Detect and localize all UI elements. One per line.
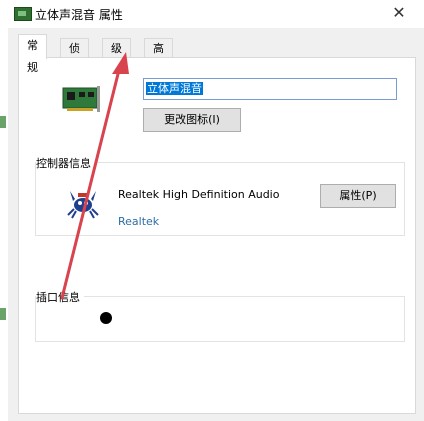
controller-info-label: 控制器信息 (36, 155, 95, 171)
tab-advanced[interactable]: 高级 (144, 38, 173, 75)
background-marker (0, 116, 6, 128)
change-icon-button[interactable]: 更改图标(I) (143, 108, 241, 132)
jack-info-group: 插口信息 (35, 289, 405, 342)
properties-button[interactable]: 属性(P) (320, 184, 396, 208)
tab-listen[interactable]: 侦听 (60, 38, 89, 75)
tab-levels[interactable]: 级别 (102, 38, 131, 75)
cursor-dot (100, 312, 112, 324)
sound-card-icon (62, 86, 100, 112)
properties-dialog: 立体声混音 属性 ✕ 常规 侦听 级别 高级 立体声混音 更改图标(I) 控制器… (8, 0, 424, 421)
tab-general[interactable]: 常规 (18, 34, 47, 74)
general-tab-panel: 立体声混音 更改图标(I) 控制器信息 Realtek High Definit… (18, 57, 416, 414)
controller-info-group: 控制器信息 Realtek High Definition Audio Real… (35, 155, 405, 236)
realtek-crab-icon (67, 191, 99, 219)
vendor-name: Realtek (118, 215, 160, 228)
device-name-selected-text: 立体声混音 (146, 82, 203, 95)
sound-card-icon (14, 7, 32, 21)
close-button[interactable]: ✕ (388, 2, 410, 24)
device-name-input[interactable]: 立体声混音 (143, 78, 397, 100)
background-marker (0, 308, 6, 320)
title-bar[interactable]: 立体声混音 属性 ✕ (8, 0, 424, 28)
jack-info-label: 插口信息 (36, 289, 84, 305)
codec-name: Realtek High Definition Audio (118, 188, 280, 201)
window-title: 立体声混音 属性 (35, 8, 123, 22)
